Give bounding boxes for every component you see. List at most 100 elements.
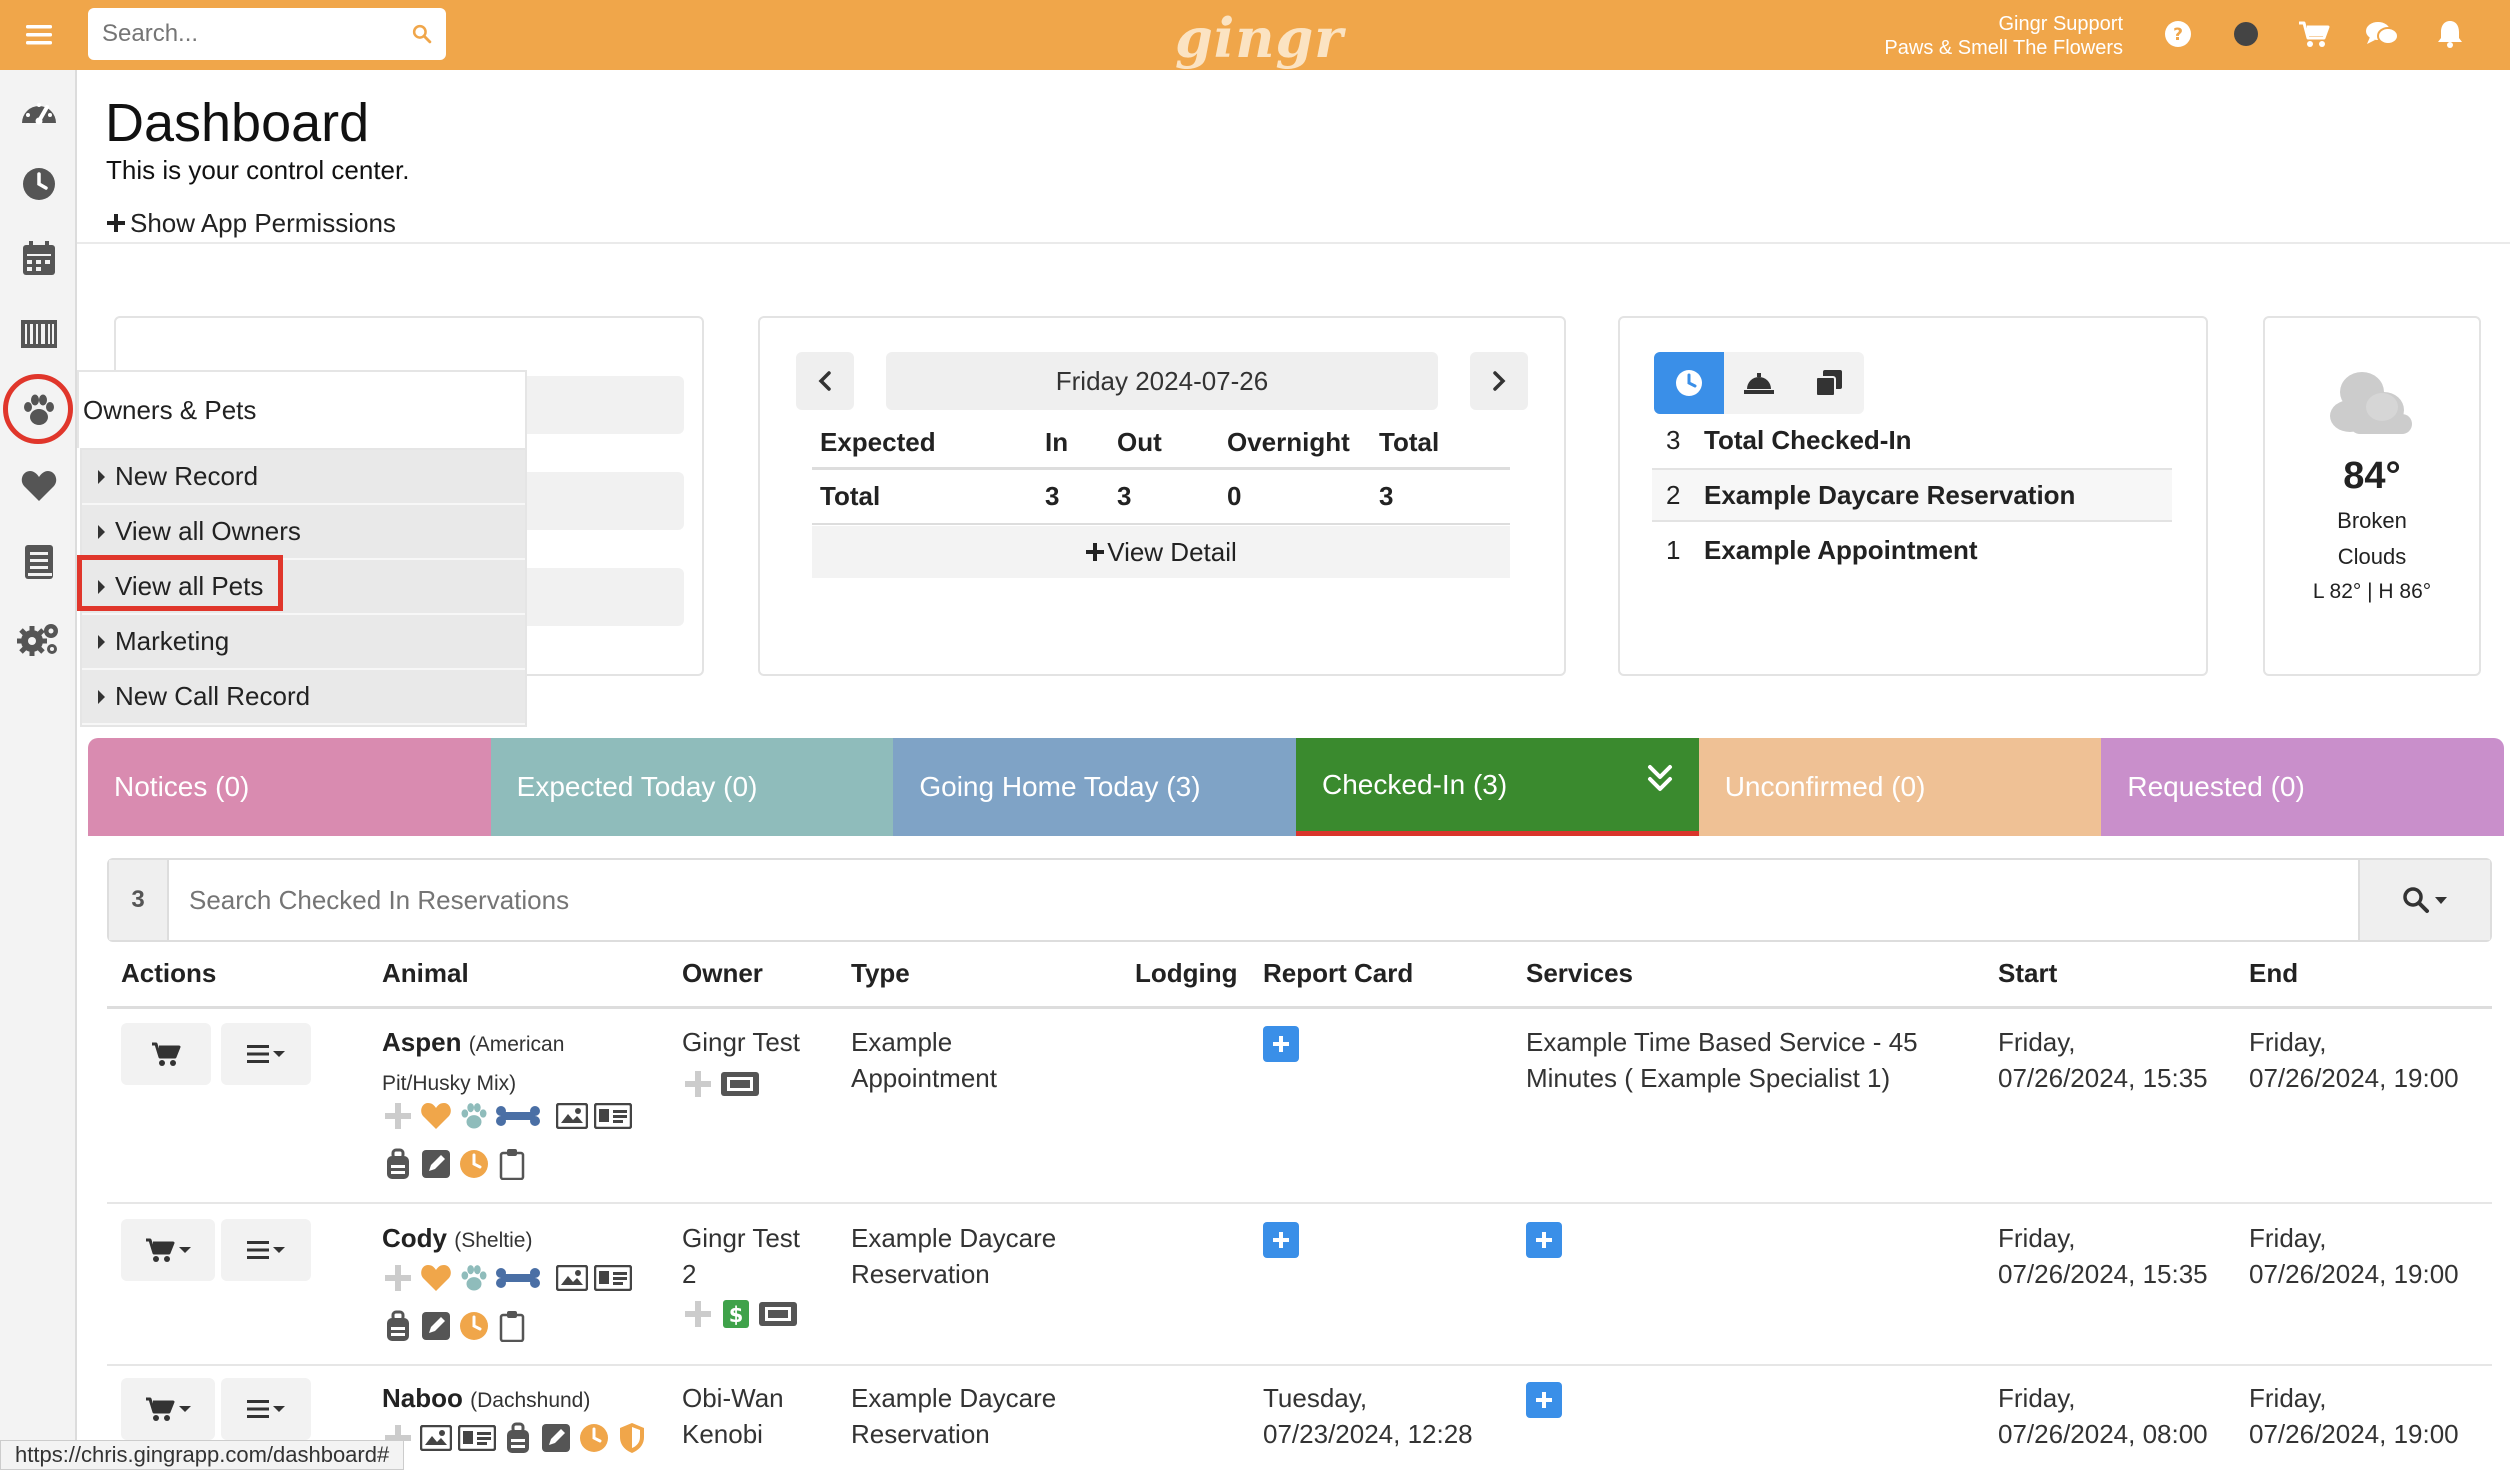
backpack-icon[interactable] [502,1422,534,1454]
animal-name-link[interactable]: Aspen [382,1027,461,1057]
status-dot-icon[interactable] [2228,16,2264,52]
add-icon[interactable] [382,1100,414,1132]
search-icon[interactable] [412,20,432,48]
image-icon[interactable] [556,1262,588,1294]
shield-icon[interactable] [616,1422,648,1454]
edit-note-icon[interactable] [540,1422,572,1454]
edit-note-icon[interactable] [420,1148,452,1180]
add-icon[interactable] [382,1262,414,1294]
add-icon[interactable] [682,1298,714,1330]
owner-name-link[interactable]: Gingr Test [682,1027,800,1057]
menu-item-new-call-record[interactable]: New Call Record [82,670,525,725]
next-day-button[interactable] [1470,352,1528,410]
animal-name-link[interactable]: Naboo [382,1383,463,1413]
image-icon[interactable] [420,1422,452,1454]
menu-item-marketing[interactable]: Marketing [82,615,525,670]
search-options-button[interactable] [2358,860,2490,940]
bell-icon[interactable] [2432,16,2468,52]
services-cell: Example Time Based Service - 45 Minutes … [1526,1024,1966,1096]
row-menu-button[interactable] [221,1378,311,1440]
barcode-icon[interactable] [0,306,77,362]
paw-icon[interactable] [458,1262,490,1294]
list-menu-icon [247,1241,269,1259]
chat-icon[interactable] [2364,16,2400,52]
search-icon [2403,887,2429,913]
add-icon[interactable] [682,1068,714,1100]
checkin-count: 2 [1666,479,1681,510]
menu-toggle-button[interactable] [0,0,77,70]
ticket-icon[interactable] [720,1068,760,1100]
reservation-search-input[interactable] [189,860,2289,940]
copy-view-toggle[interactable] [1794,352,1864,414]
backpack-icon[interactable] [382,1148,414,1180]
heart-icon[interactable] [420,1262,452,1294]
add-service-button[interactable] [1526,1382,1562,1418]
animal-breed: (Sheltie) [454,1229,533,1252]
calendar-icon[interactable] [0,230,77,286]
tab-notices[interactable]: Notices (0) [88,738,491,836]
heart-icon[interactable] [420,1100,452,1132]
start-cell: Friday, 07/26/2024, 15:35 [1998,1220,2208,1292]
report-card-day: Tuesday, [1263,1383,1368,1413]
backpack-icon[interactable] [382,1310,414,1342]
id-card-icon[interactable] [458,1422,496,1454]
paw-icon[interactable] [458,1100,490,1132]
id-card-icon[interactable] [594,1100,632,1132]
bone-icon[interactable] [496,1262,540,1294]
cart-dropdown-button[interactable] [121,1219,215,1281]
row-menu-button[interactable] [221,1023,311,1085]
animal-cell: Cody (Sheltie) [382,1220,662,1259]
add-report-card-button[interactable] [1263,1026,1299,1062]
col-actions: Actions [121,958,217,988]
book-icon[interactable] [0,534,77,590]
dashboard-gauge-icon[interactable] [0,82,77,138]
gingr-logo[interactable]: gingr [1175,6,1344,70]
caret-down-icon [179,1247,191,1253]
menu-item-view-all-owners[interactable]: View all Owners [82,505,525,560]
tab-checked-in[interactable]: Checked-In (3) [1296,738,1699,836]
tab-requested[interactable]: Requested (0) [2101,738,2505,836]
cart-icon[interactable] [2296,16,2332,52]
menu-item-label: New Call Record [115,681,311,711]
owner-name-link[interactable]: Obi-Wan [682,1383,784,1413]
image-icon[interactable] [556,1100,588,1132]
bone-icon[interactable] [496,1100,540,1132]
global-search[interactable] [88,8,446,60]
owner-name-link[interactable]: Gingr Test [682,1223,800,1253]
clock-view-toggle[interactable] [1654,352,1724,414]
menu-item-new-record[interactable]: New Record [82,450,525,505]
global-search-input[interactable] [102,20,412,48]
cart-dropdown-button[interactable] [121,1378,215,1440]
account-info[interactable]: Gingr Support Paws & Smell The Flowers [1884,12,2123,60]
previous-day-button[interactable] [796,352,854,410]
tab-expected-today[interactable]: Expected Today (0) [490,738,894,836]
clock-icon[interactable] [458,1148,490,1180]
settings-gears-icon[interactable] [0,610,77,666]
add-service-button[interactable] [1526,1222,1562,1258]
clipboard-icon[interactable] [496,1148,528,1180]
caret-right-icon [98,689,105,704]
view-detail-button[interactable]: View Detail [812,526,1510,578]
clipboard-icon[interactable] [496,1310,528,1342]
dollar-icon[interactable]: $ [720,1298,752,1330]
tab-going-home-today[interactable]: Going Home Today (3) [893,738,1297,836]
clock-icon[interactable] [578,1422,610,1454]
edit-note-icon[interactable] [420,1310,452,1342]
help-icon[interactable]: ? [2160,16,2196,52]
tab-unconfirmed[interactable]: Unconfirmed (0) [1698,738,2102,836]
caret-down-icon [179,1406,191,1412]
clock-icon[interactable] [0,156,77,212]
ticket-icon[interactable] [758,1298,798,1330]
service-bell-toggle[interactable] [1724,352,1794,414]
id-card-icon[interactable] [594,1262,632,1294]
chevron-left-icon [818,371,831,391]
row-menu-button[interactable] [221,1219,311,1281]
clock-icon[interactable] [458,1310,490,1342]
heart-icon[interactable] [0,458,77,514]
add-report-card-button[interactable] [1263,1222,1299,1258]
show-app-permissions-link[interactable]: Show App Permissions [106,208,396,239]
animal-name-link[interactable]: Cody [382,1223,447,1253]
start-day: Friday, [1998,1027,2076,1057]
cart-action-button[interactable] [121,1023,211,1085]
current-date-selector[interactable]: Friday 2024-07-26 [886,352,1438,410]
